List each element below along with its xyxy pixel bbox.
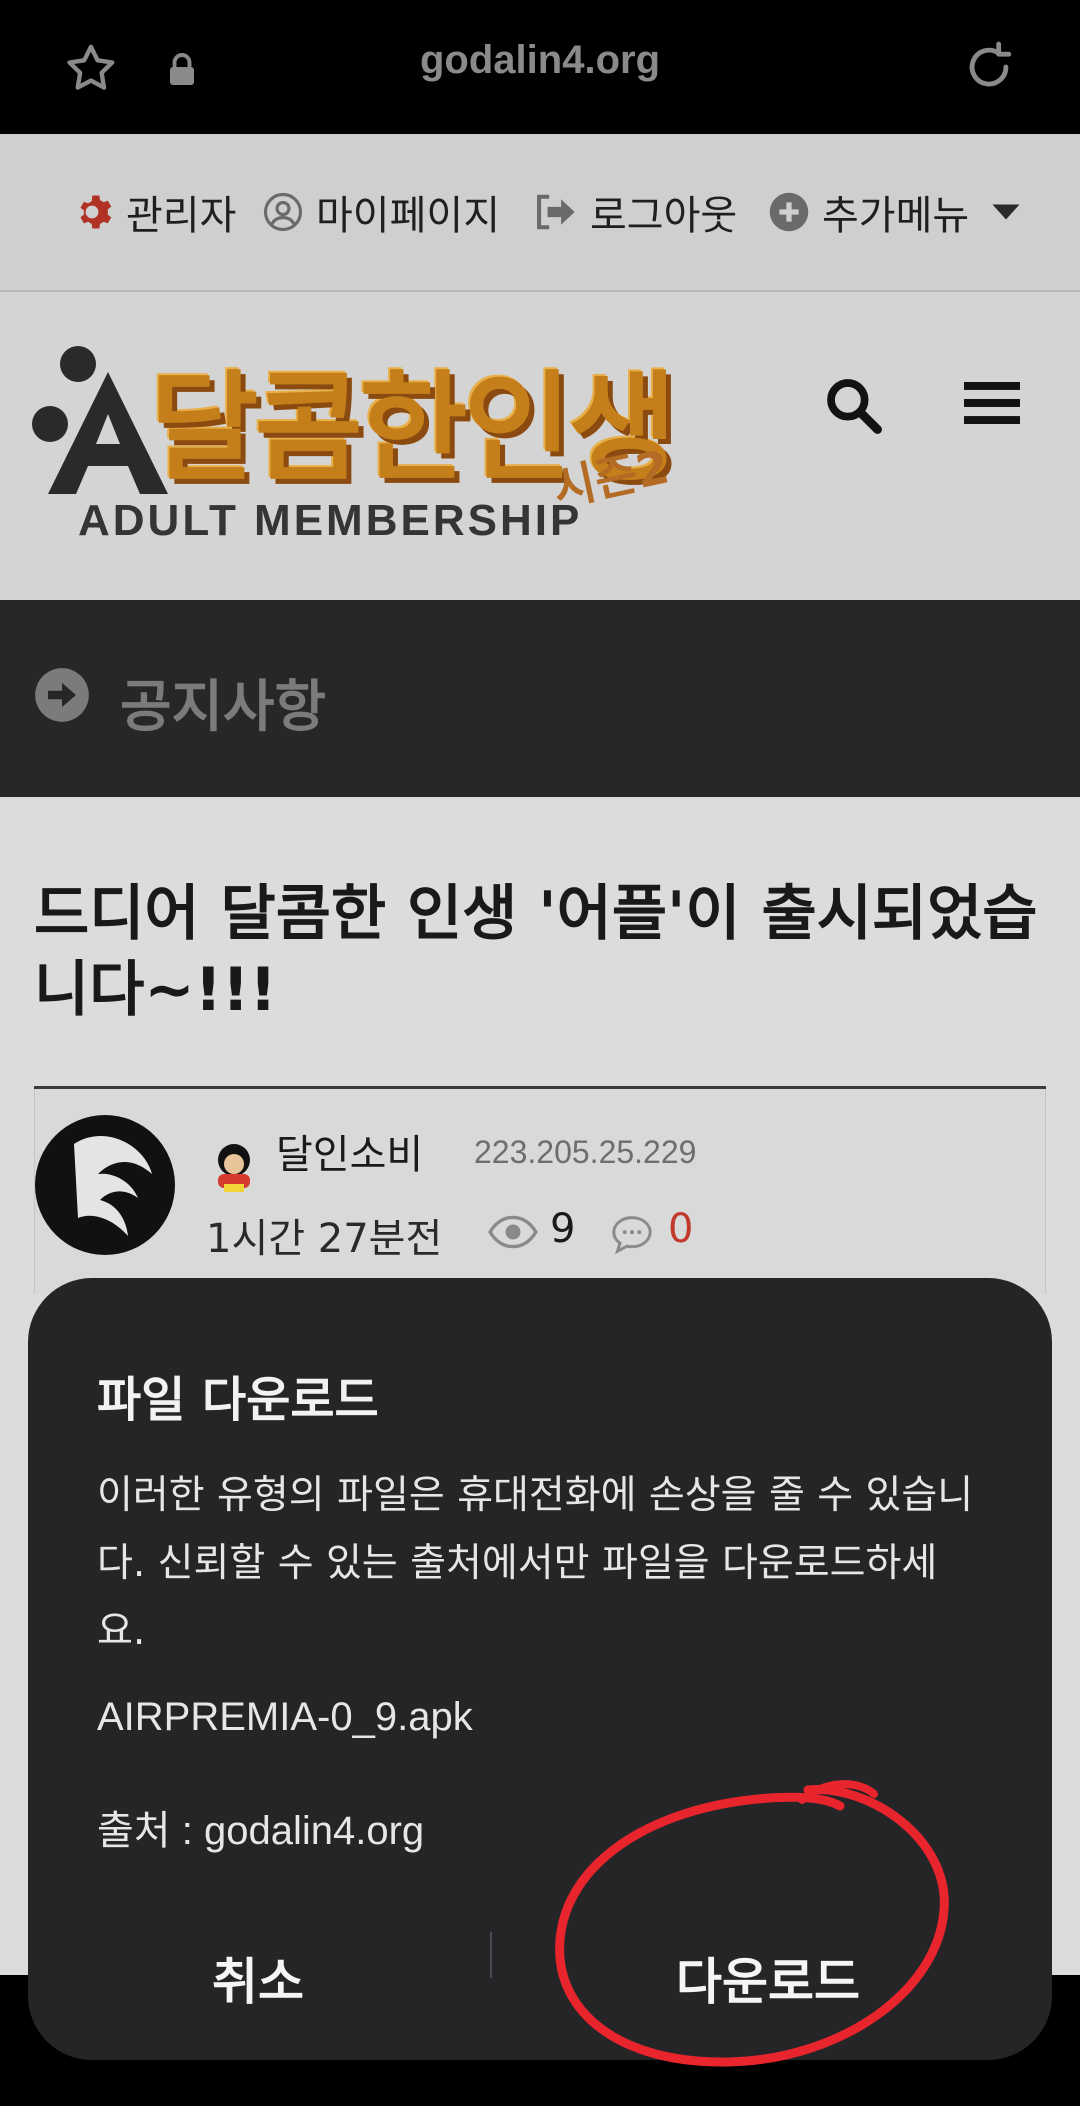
plus-circle-icon (769, 192, 809, 232)
site-logo-subtitle: ADULT MEMBERSHIP (78, 496, 583, 545)
post-ip: 223.205.25.229 (474, 1134, 697, 1170)
comment-icon (612, 1216, 652, 1254)
download-button[interactable]: 다운로드 (558, 1938, 978, 2018)
post-view-count: 9 (550, 1206, 576, 1252)
hamburger-menu-icon[interactable] (964, 378, 1020, 428)
dialog-filename: AIRPREMIA-0_9.apk (97, 1695, 473, 1739)
admin-menu-item-more[interactable]: 추가메뉴 (768, 184, 1021, 240)
section-header: 공지사항 (0, 600, 1080, 797)
site-header: 달콤한인생 시즌2 ADULT MEMBERSHIP (0, 292, 1080, 600)
source-separator: : (170, 1809, 204, 1853)
post-meta (34, 1089, 1046, 1294)
section-title: 공지사항 (120, 675, 327, 740)
caret-down-icon (992, 204, 1020, 220)
file-download-dialog: 파일 다운로드 이러한 유형의 파일은 휴대전화에 손상을 줄 수 있습니다. … (28, 1278, 1052, 2060)
author-avatar[interactable] (34, 1114, 176, 1256)
member-level-icon (218, 1144, 250, 1192)
reload-icon[interactable] (960, 38, 1018, 96)
post-comment-count: 0 (668, 1206, 694, 1252)
eye-icon (488, 1215, 538, 1249)
admin-menu-item-mypage[interactable]: 마이페이지 (262, 184, 500, 240)
user-circle-icon (263, 192, 303, 232)
source-label: 출처 (97, 1808, 171, 1854)
address-bar-url[interactable]: godalin4.org (0, 38, 1080, 83)
admin-menu-bar: 관리자 마이페이지 로그아웃 추가메뉴 (0, 134, 1080, 292)
admin-menu-item-logout[interactable]: 로그아웃 (534, 184, 737, 240)
dialog-title: 파일 다운로드 (97, 1372, 379, 1428)
cancel-button[interactable]: 취소 (68, 1938, 448, 2018)
gear-icon (80, 195, 112, 229)
dialog-warning-message: 이러한 유형의 파일은 휴대전화에 손상을 줄 수 있습니다. 신뢰할 수 있는… (97, 1473, 974, 1654)
admin-menu-item-admin[interactable]: 관리자 (70, 184, 236, 240)
search-icon[interactable] (822, 374, 884, 436)
post-author[interactable]: 달인소비 (276, 1122, 423, 1180)
post-title: 드디어 달콤한 인생 '어플'이 출시되었습니다~!!! (34, 879, 1038, 1025)
source-domain: godalin4.org (203, 1809, 425, 1853)
logout-icon (537, 194, 575, 230)
button-divider (490, 1932, 492, 1978)
mypage-label: 마이페이지 (316, 193, 500, 239)
browser-toolbar: godalin4.org (0, 0, 1080, 134)
admin-menu-label: 관리자 (126, 193, 237, 239)
arrow-circle-right-icon (35, 668, 89, 722)
logout-label: 로그아웃 (590, 193, 738, 239)
more-menu-label: 추가메뉴 (822, 193, 970, 239)
dialog-source: 출처 : godalin4.org (97, 1798, 424, 1856)
post-time: 1시간 27분전 (206, 1216, 443, 1262)
